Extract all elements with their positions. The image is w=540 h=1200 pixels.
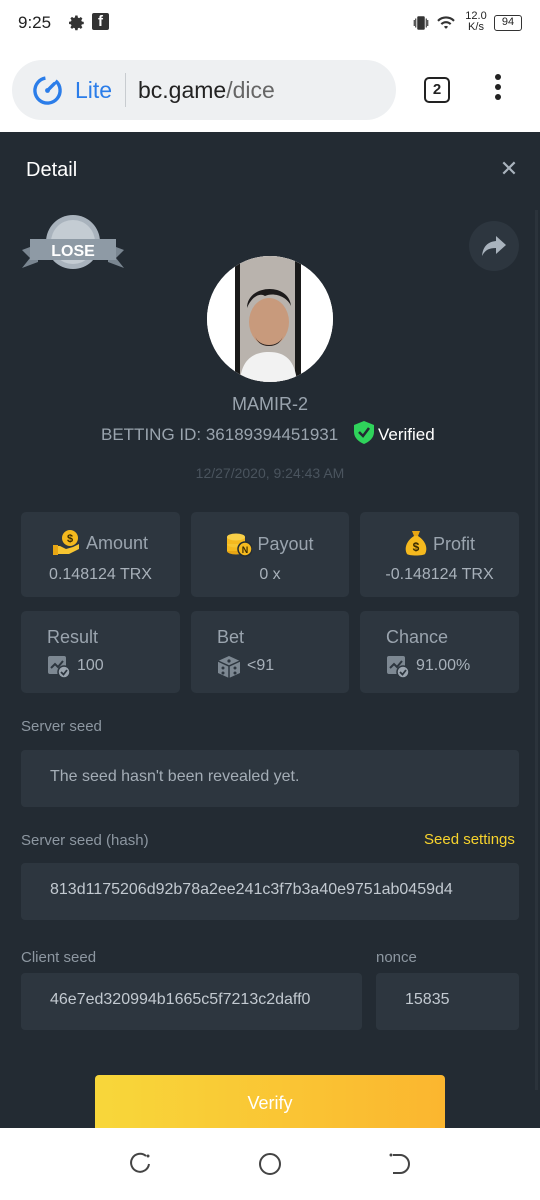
address-bar[interactable]: Lite bc.game/dice bbox=[12, 60, 396, 120]
profit-label: Profit bbox=[432, 533, 475, 554]
server-seed-hash-field[interactable]: 813d1175206d92b78a2ee241c3f7b3a40e9751ab… bbox=[21, 863, 519, 920]
coins-icon: N bbox=[227, 533, 253, 557]
avatar bbox=[207, 256, 333, 382]
server-seed-field[interactable]: The seed hasn't been revealed yet. bbox=[21, 750, 519, 807]
app-viewport: Detail ✕ LOSE MAMIR-2 BETTING ID: 361893… bbox=[0, 132, 540, 1128]
url-path: /dice bbox=[226, 77, 275, 103]
svg-text:N: N bbox=[242, 545, 249, 555]
client-seed-field[interactable]: 46e7ed320994b1665c5f7213c2daff0 bbox=[21, 973, 362, 1030]
amount-value: 0.148124 TRX bbox=[49, 566, 152, 583]
result-value: 100 bbox=[77, 657, 104, 674]
status-time: 9:25 bbox=[18, 13, 52, 32]
client-seed-label: Client seed bbox=[21, 949, 97, 966]
bet-datetime: 12/27/2020, 9:24:43 AM bbox=[195, 465, 345, 481]
betting-id: BETTING ID: 36189394451931 bbox=[101, 425, 339, 444]
share-button[interactable] bbox=[469, 221, 519, 271]
money-bag-icon: $ bbox=[405, 531, 427, 556]
username: MAMIR-2 bbox=[232, 394, 308, 414]
recent-apps-icon[interactable] bbox=[126, 1150, 154, 1178]
nonce-label: nonce bbox=[376, 949, 417, 966]
dialog-title: Detail bbox=[26, 159, 78, 181]
speedometer-icon bbox=[33, 76, 62, 105]
browser-toolbar: Lite bc.game/dice 2 bbox=[0, 48, 540, 132]
tab-switcher-button[interactable]: 2 bbox=[424, 77, 450, 103]
result-card: Result 100 bbox=[21, 611, 180, 693]
verified-shield-icon bbox=[354, 421, 374, 444]
result-check-icon bbox=[48, 656, 71, 679]
bet-card: Bet <91 bbox=[191, 611, 349, 693]
vibrate-icon bbox=[413, 16, 429, 30]
settings-gear-icon bbox=[69, 15, 84, 31]
wifi-icon bbox=[437, 16, 455, 29]
url-host: bc.game bbox=[138, 77, 227, 103]
server-seed-label: Server seed bbox=[21, 718, 102, 735]
network-speed: 12.0 K/s bbox=[462, 11, 490, 33]
client-seed-text: 46e7ed320994b1665c5f7213c2daff0 bbox=[50, 991, 311, 1008]
address-divider bbox=[125, 73, 126, 107]
payout-value: 0 x bbox=[259, 566, 281, 583]
chance-check-icon bbox=[387, 656, 410, 679]
server-seed-hash-label: Server seed (hash) bbox=[21, 832, 149, 849]
chance-card: Chance 91.00% bbox=[360, 611, 519, 693]
chance-label: Chance bbox=[386, 627, 449, 647]
chance-value: 91.00% bbox=[416, 657, 471, 674]
verified-label: Verified bbox=[378, 425, 435, 444]
profit-card: $ Profit -0.148124 TRX bbox=[360, 512, 519, 597]
network-speed-unit: K/s bbox=[468, 21, 484, 33]
more-menu-icon[interactable] bbox=[488, 74, 508, 106]
system-navigation-bar bbox=[0, 1128, 540, 1200]
nonce-text: 15835 bbox=[405, 991, 450, 1008]
svg-text:$: $ bbox=[67, 533, 73, 545]
verify-button[interactable]: Verify bbox=[95, 1075, 445, 1128]
amount-card: $ Amount 0.148124 TRX bbox=[21, 512, 180, 597]
server-seed-hash-text: 813d1175206d92b78a2ee241c3f7b3a40e9751ab… bbox=[50, 881, 453, 898]
svg-text:$: $ bbox=[413, 540, 420, 554]
status-bar: 9:25 f 12.0 K/s 94 bbox=[0, 0, 540, 48]
result-label: Result bbox=[47, 627, 99, 647]
scrollbar[interactable] bbox=[535, 210, 538, 1090]
close-icon[interactable]: ✕ bbox=[498, 158, 520, 180]
payout-label: Payout bbox=[257, 533, 314, 554]
payout-card: N Payout 0 x bbox=[191, 512, 349, 597]
seed-settings-link[interactable]: Seed settings bbox=[424, 831, 515, 848]
home-icon[interactable] bbox=[256, 1150, 284, 1178]
share-arrow-icon bbox=[482, 236, 506, 256]
facebook-icon: f bbox=[92, 13, 109, 30]
url-text[interactable]: bc.game/dice bbox=[138, 77, 275, 104]
battery-indicator: 94 bbox=[494, 15, 522, 31]
dice-icon bbox=[217, 656, 241, 678]
nonce-field[interactable]: 15835 bbox=[376, 973, 519, 1030]
lose-badge-text: LOSE bbox=[51, 243, 95, 260]
lose-badge: LOSE bbox=[22, 215, 124, 269]
bet-detail-dialog: Detail ✕ LOSE MAMIR-2 BETTING ID: 361893… bbox=[0, 132, 540, 1128]
money-hand-icon: $ bbox=[52, 530, 79, 556]
lite-mode-label: Lite bbox=[75, 77, 113, 103]
bet-value: <91 bbox=[247, 657, 275, 674]
back-icon[interactable] bbox=[386, 1150, 414, 1178]
bet-label: Bet bbox=[217, 627, 245, 647]
profit-value: -0.148124 TRX bbox=[385, 566, 494, 583]
server-seed-text: The seed hasn't been revealed yet. bbox=[50, 768, 300, 785]
amount-label: Amount bbox=[85, 533, 149, 553]
user-photo bbox=[207, 256, 333, 382]
